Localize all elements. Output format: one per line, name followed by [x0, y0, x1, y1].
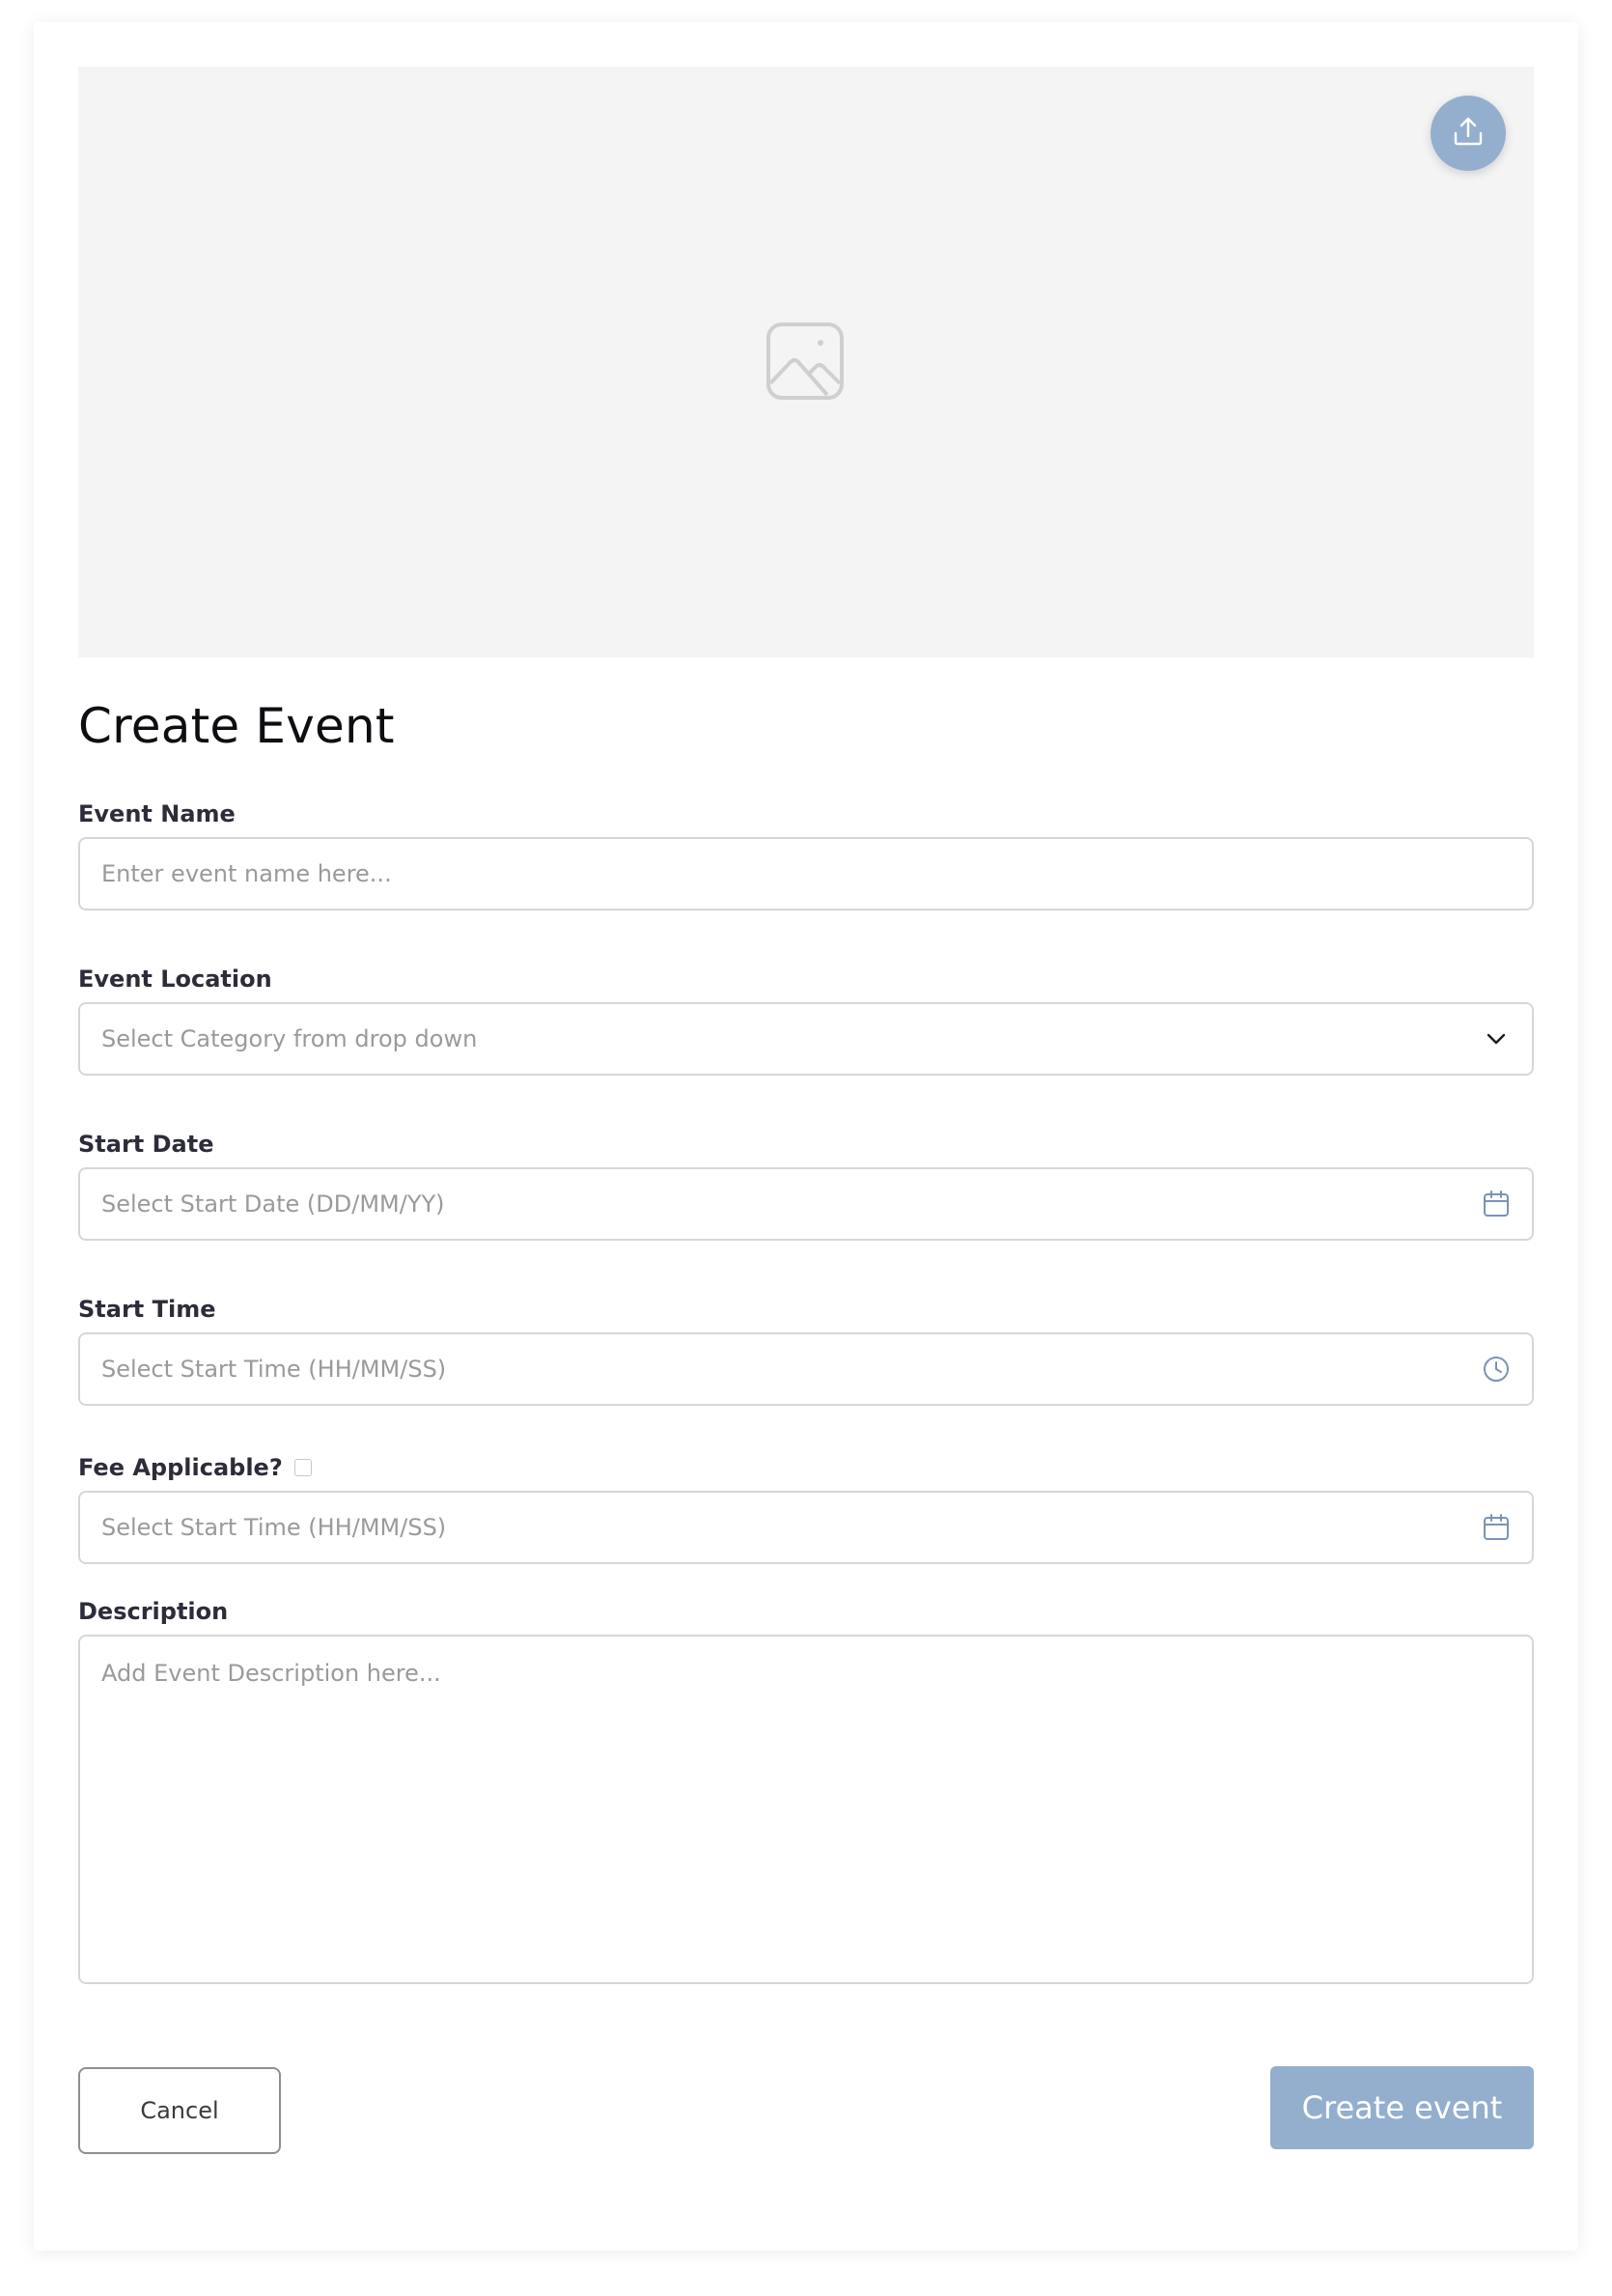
- event-name-label-text: Event Name: [78, 800, 236, 827]
- page-title: Create Event: [78, 698, 395, 754]
- fee-applicable-label: Fee Applicable?: [78, 1454, 312, 1481]
- upload-icon: [1451, 114, 1486, 153]
- start-date-input[interactable]: Select Start Date (DD/MM/YY): [78, 1167, 1534, 1241]
- fee-placeholder: Select Start Time (HH/MM/SS): [101, 1514, 447, 1541]
- event-name-placeholder: Enter event name here...: [101, 860, 392, 887]
- chevron-down-icon: [1482, 1024, 1511, 1053]
- event-name-label: Event Name: [78, 800, 236, 827]
- clock-icon[interactable]: [1482, 1355, 1511, 1384]
- description-label: Description: [78, 1598, 228, 1625]
- cancel-button[interactable]: Cancel: [78, 2067, 281, 2154]
- event-name-input[interactable]: Enter event name here...: [78, 837, 1534, 910]
- start-time-label-text: Start Time: [78, 1296, 216, 1323]
- description-label-text: Description: [78, 1598, 229, 1625]
- image-placeholder-icon: [765, 322, 845, 401]
- fee-input[interactable]: Select Start Time (HH/MM/SS): [78, 1491, 1534, 1564]
- fee-applicable-checkbox[interactable]: [293, 1459, 312, 1476]
- event-location-label: Event Location: [78, 966, 272, 993]
- description-textarea[interactable]: Add Event Description here...: [78, 1635, 1534, 1984]
- event-location-placeholder: Select Category from drop down: [101, 1025, 478, 1052]
- start-date-label: Start Date: [78, 1131, 213, 1158]
- create-event-card: Create Event Event Name Enter event name…: [34, 22, 1578, 2251]
- create-event-button[interactable]: Create event: [1270, 2066, 1534, 2149]
- start-date-placeholder: Select Start Date (DD/MM/YY): [101, 1190, 445, 1218]
- fee-applicable-label-text: Fee Applicable?: [78, 1454, 283, 1481]
- start-date-label-text: Start Date: [78, 1131, 214, 1158]
- calendar-icon[interactable]: [1482, 1513, 1511, 1542]
- start-time-label: Start Time: [78, 1296, 216, 1323]
- event-location-label-text: Event Location: [78, 966, 272, 993]
- upload-image-button[interactable]: [1431, 96, 1506, 171]
- calendar-icon[interactable]: [1482, 1190, 1511, 1218]
- description-placeholder: Add Event Description here...: [101, 1660, 441, 1687]
- event-location-select[interactable]: Select Category from drop down: [78, 1002, 1534, 1076]
- start-time-placeholder: Select Start Time (HH/MM/SS): [101, 1356, 447, 1383]
- start-time-input[interactable]: Select Start Time (HH/MM/SS): [78, 1332, 1534, 1406]
